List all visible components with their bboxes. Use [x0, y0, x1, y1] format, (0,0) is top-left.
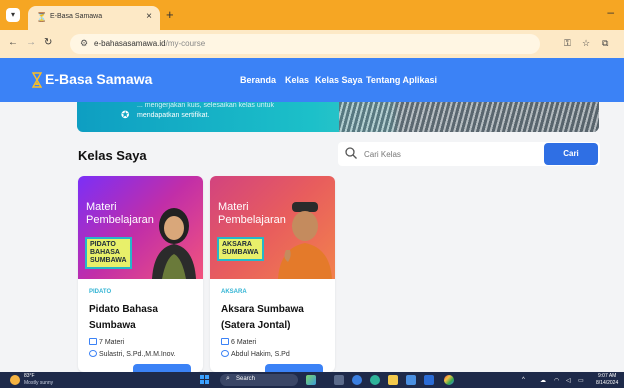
site-info-icon[interactable]: ⚙	[80, 38, 88, 49]
tray-chevron-up-icon[interactable]: ^	[522, 377, 525, 383]
password-key-icon[interactable]: ⚿	[564, 38, 571, 49]
tab-search-menu-icon[interactable]: ▾	[6, 8, 20, 22]
search-button[interactable]: Cari	[544, 143, 598, 165]
bookmark-star-icon[interactable]: ☆	[582, 38, 590, 49]
badge-line3: SUMBAWA	[90, 257, 127, 264]
back-icon[interactable]: ←	[8, 37, 18, 48]
course-materials: 7 Materi	[89, 338, 124, 346]
nav-kelas-saya[interactable]: Kelas Saya	[315, 75, 363, 85]
tray-time[interactable]: 9:07 AM	[598, 373, 616, 379]
weather-sun-icon[interactable]	[10, 375, 20, 385]
course-author: Sulastri, S.Pd.,M.M.Inov.	[89, 350, 176, 358]
site-brand[interactable]: E-Basa Samawa	[45, 71, 152, 87]
nav-tentang-aplikasi[interactable]: Tentang Aplikasi	[366, 75, 437, 85]
browser-tab[interactable]: ⏳ E-Basa Samawa ×	[28, 6, 160, 30]
badge-line1: AKSARA	[222, 241, 252, 248]
course-card[interactable]: Materi Pembelajaran AKSARA SUMBAWA AKSAR…	[210, 176, 335, 372]
taskbar-explorer-icon[interactable]	[388, 375, 398, 385]
taskbar-edge-icon[interactable]	[352, 375, 362, 385]
nav-kelas[interactable]: Kelas	[285, 75, 309, 85]
favicon-icon: ⏳	[36, 12, 48, 22]
tray-volume-icon[interactable]: ◁	[566, 377, 571, 384]
taskbar-widgets-icon[interactable]	[306, 375, 316, 385]
page-title: Kelas Saya	[78, 148, 147, 163]
course-author: Abdul Hakim, S.Pd	[221, 350, 290, 358]
url-field[interactable]: ⚙ e-bahasasamawa.id/my-course	[70, 34, 540, 54]
taskbar-search[interactable]: ⌕ Search	[220, 374, 298, 386]
badge-line2: SUMBAWA	[222, 249, 259, 256]
thumbnail-heading: Materi Pembelajaran	[86, 201, 154, 227]
tray-date[interactable]: 8/14/2024	[596, 380, 618, 386]
site-header: E-Basa Samawa Beranda Kelas Kelas Saya T…	[0, 58, 624, 102]
badge-line1: PIDATO	[90, 241, 116, 248]
windows-start-icon[interactable]	[200, 375, 210, 385]
url-path: /my-course	[165, 39, 206, 48]
banner-building-image	[339, 102, 599, 132]
author-name: Sulastri, S.Pd.,M.M.Inov.	[99, 351, 176, 358]
thumbnail-line1: Materi	[86, 201, 117, 213]
taskbar-search-icon: ⌕	[226, 375, 230, 382]
taskbar-search-label: Search	[236, 376, 256, 382]
windows-taskbar: 83°F Mostly sunny ⌕ Search ^ ☁ ◠ ◁ ▭ 9:0…	[0, 372, 624, 388]
taskbar-word-icon[interactable]	[424, 375, 434, 385]
materials-count: 7 Materi	[99, 339, 125, 346]
banner-text-line2: mendapatkan sertifikat.	[137, 112, 210, 119]
banner-text-line1: ... mengerjakan kuis, selesaikan kelas u…	[137, 102, 274, 109]
badge-line2: BAHASA	[90, 249, 120, 256]
taskbar-store-icon[interactable]	[406, 375, 416, 385]
thumbnail-line2: Pembelajaran	[86, 214, 154, 226]
reload-icon[interactable]: ↻	[44, 37, 52, 48]
course-title[interactable]: Pidato Bahasa Sumbawa	[89, 302, 199, 334]
nav-beranda[interactable]: Beranda	[240, 75, 276, 85]
course-open-button[interactable]	[265, 364, 323, 372]
materials-count: 6 Materi	[231, 339, 257, 346]
url-domain: e-bahasasamawa.id	[94, 39, 166, 48]
minimize-window-icon[interactable]: –	[607, 5, 614, 19]
taskbar-taskview-icon[interactable]	[334, 375, 344, 385]
new-tab-icon[interactable]: +	[166, 7, 174, 22]
materials-icon	[221, 338, 229, 345]
certificate-icon: ✪	[121, 110, 130, 121]
course-card[interactable]: Materi Pembelajaran PIDATO BAHASA SUMBAW…	[78, 176, 203, 372]
instructor-photo	[152, 208, 196, 279]
search-icon	[345, 147, 357, 159]
tray-battery-icon[interactable]: ▭	[578, 377, 584, 384]
search-input[interactable]	[364, 146, 534, 162]
instructor-photo	[278, 202, 332, 279]
weather-description: Mostly sunny	[24, 380, 54, 386]
browser-address-bar: ← → ↻ ⚙ e-bahasasamawa.id/my-course ⚿ ☆ …	[0, 30, 624, 58]
tray-cloud-icon[interactable]: ☁	[540, 377, 546, 384]
hourglass-logo-icon	[32, 72, 42, 88]
course-open-button[interactable]	[133, 364, 191, 372]
user-icon	[221, 350, 229, 357]
forward-icon[interactable]: →	[26, 37, 36, 48]
close-tab-icon[interactable]: ×	[146, 11, 152, 22]
course-materials: 6 Materi	[221, 338, 256, 346]
course-thumbnail: Materi Pembelajaran AKSARA SUMBAWA	[210, 176, 335, 279]
course-category: AKSARA	[221, 289, 247, 295]
materials-icon	[89, 338, 97, 345]
url-text: e-bahasasamawa.id/my-course	[94, 39, 205, 48]
taskbar-chrome-icon[interactable]	[370, 375, 380, 385]
extensions-icon[interactable]: ⧉	[602, 38, 608, 49]
taskbar-chrome-browser-icon[interactable]	[444, 375, 454, 385]
tab-title: E-Basa Samawa	[50, 13, 103, 20]
course-title[interactable]: Aksara Sumbawa (Satera Jontal)	[221, 302, 331, 334]
browser-tab-bar: ▾ ⏳ E-Basa Samawa × + –	[0, 0, 624, 30]
tray-wifi-icon[interactable]: ◠	[554, 377, 559, 384]
course-thumbnail: Materi Pembelajaran PIDATO BAHASA SUMBAW…	[78, 176, 203, 279]
user-icon	[89, 350, 97, 357]
author-name: Abdul Hakim, S.Pd	[231, 351, 290, 358]
thumbnail-badge: AKSARA SUMBAWA	[217, 237, 264, 261]
weather-temperature: 83°F	[24, 373, 35, 379]
thumbnail-badge: PIDATO BAHASA SUMBAWA	[85, 237, 132, 269]
course-category: PIDATO	[89, 289, 112, 295]
info-banner: ... mengerjakan kuis, selesaikan kelas u…	[77, 102, 599, 132]
